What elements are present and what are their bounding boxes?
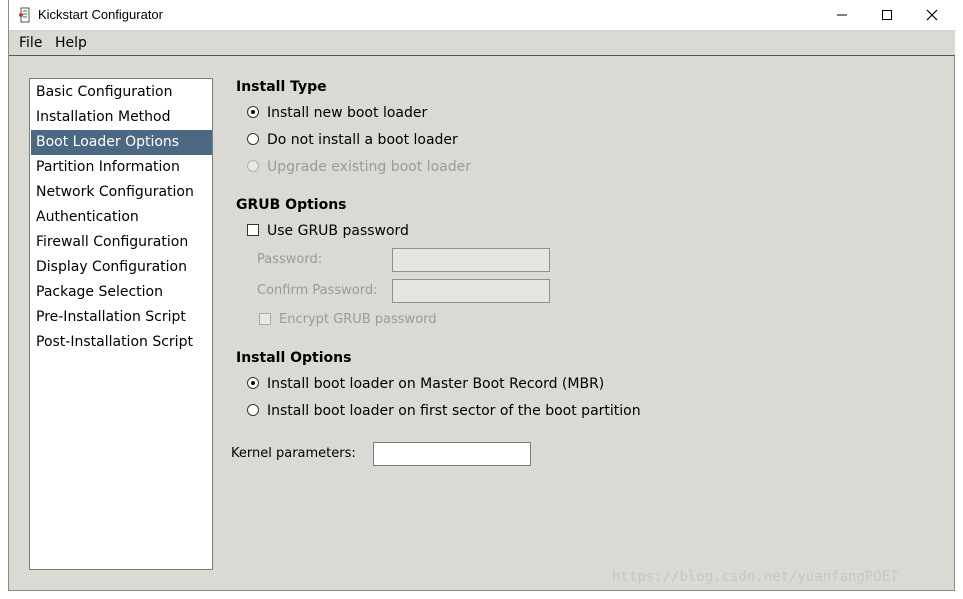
sidebar-item-partition-information[interactable]: Partition Information xyxy=(31,155,212,180)
maximize-button[interactable] xyxy=(864,0,910,30)
sidebar-item-authentication[interactable]: Authentication xyxy=(31,205,212,230)
menu-help[interactable]: Help xyxy=(55,35,87,51)
menu-file[interactable]: File xyxy=(19,35,42,51)
confirm-password-label: Confirm Password: xyxy=(257,283,378,298)
install-type-heading: Install Type xyxy=(236,79,327,95)
sidebar-item-firewall-configuration[interactable]: Firewall Configuration xyxy=(31,230,212,255)
radio-indicator xyxy=(247,404,259,416)
radio-indicator xyxy=(247,133,259,145)
background-window-strip xyxy=(0,0,8,599)
sidebar-item-boot-loader-options[interactable]: Boot Loader Options xyxy=(31,130,212,155)
kernel-parameters-label: Kernel parameters: xyxy=(231,446,356,461)
radio-indicator xyxy=(247,160,259,172)
minimize-icon xyxy=(837,14,847,16)
sidebar-item-post-installation-script[interactable]: Post-Installation Script xyxy=(31,330,212,355)
checkbox-label: Encrypt GRUB password xyxy=(279,312,437,327)
radio-indicator xyxy=(247,106,259,118)
sidebar-item-pre-installation-script[interactable]: Pre-Installation Script xyxy=(31,305,212,330)
sidebar-item-package-selection[interactable]: Package Selection xyxy=(31,280,212,305)
checkbox-label: Use GRUB password xyxy=(267,223,409,239)
app-window: Kickstart Configurator File Help Basic C… xyxy=(8,0,956,591)
app-icon xyxy=(19,7,30,23)
password-label: Password: xyxy=(257,252,323,267)
title-bar: Kickstart Configurator xyxy=(9,0,956,31)
watermark-text: https://blog.csdn.net/yuanfangPOET xyxy=(612,569,899,585)
sidebar-item-installation-method[interactable]: Installation Method xyxy=(31,105,212,130)
sidebar-item-basic-configuration[interactable]: Basic Configuration xyxy=(31,80,212,105)
sidebar-item-network-configuration[interactable]: Network Configuration xyxy=(31,180,212,205)
checkbox-indicator xyxy=(259,313,271,325)
radio-label: Upgrade existing boot loader xyxy=(267,159,471,175)
password-field xyxy=(392,248,550,272)
menu-bar: File Help xyxy=(9,31,955,56)
radio-indicator xyxy=(247,377,259,389)
window-title: Kickstart Configurator xyxy=(38,7,163,22)
radio-label: Install new boot loader xyxy=(267,105,428,121)
close-icon xyxy=(926,9,938,21)
category-list: Basic Configuration Installation Method … xyxy=(29,78,213,570)
radio-label: Do not install a boot loader xyxy=(267,132,458,148)
sidebar-item-display-configuration[interactable]: Display Configuration xyxy=(31,255,212,280)
minimize-button[interactable] xyxy=(819,0,865,30)
confirm-password-field xyxy=(392,279,550,303)
grub-options-heading: GRUB Options xyxy=(236,197,347,213)
radio-label: Install boot loader on Master Boot Recor… xyxy=(267,376,605,392)
kernel-parameters-input[interactable] xyxy=(373,442,531,466)
radio-label: Install boot loader on first sector of t… xyxy=(267,403,641,419)
maximize-icon xyxy=(882,10,892,20)
install-options-heading: Install Options xyxy=(236,350,352,366)
checkbox-indicator xyxy=(247,224,259,236)
close-button[interactable] xyxy=(909,0,955,30)
